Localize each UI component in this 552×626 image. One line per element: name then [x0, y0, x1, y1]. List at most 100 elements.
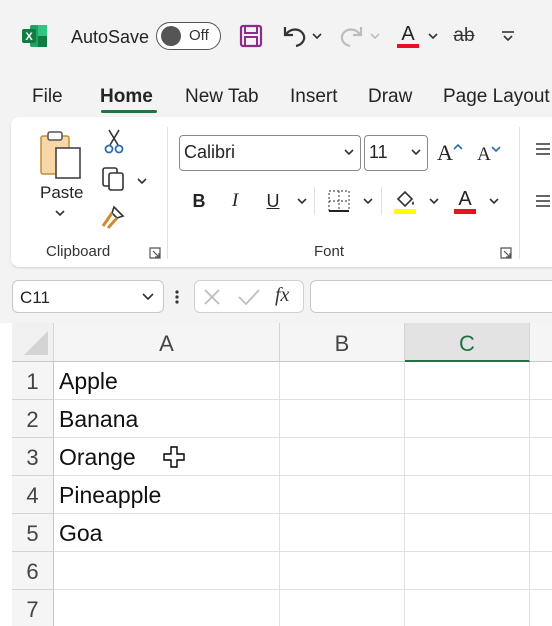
paste-label: Paste [40, 183, 84, 202]
font-color-button[interactable]: A [451, 185, 479, 217]
clipboard-dialog-launcher-icon[interactable] [149, 247, 161, 259]
cell-d4[interactable] [530, 476, 552, 514]
cell-b3[interactable] [280, 438, 405, 476]
autosave-toggle[interactable]: Off [156, 22, 221, 50]
column-header-a[interactable]: A [54, 323, 280, 362]
save-button[interactable] [237, 20, 265, 52]
chevron-down-icon [55, 210, 65, 217]
underline-button[interactable]: U [261, 187, 285, 215]
row-header[interactable]: 6 [12, 552, 54, 590]
undo-button[interactable] [278, 20, 310, 52]
cancel-icon[interactable] [203, 288, 221, 306]
cell-b6[interactable] [280, 552, 405, 590]
title-bar: X AutoSave Off A ab [0, 0, 552, 72]
font-name-combo[interactable]: Calibri [179, 135, 361, 171]
insert-function-button[interactable]: fx [275, 284, 289, 307]
column-header-b[interactable]: B [280, 323, 405, 362]
cut-button[interactable] [101, 127, 127, 155]
cell-a4[interactable]: Pineapple [54, 476, 280, 514]
chevron-down-icon [428, 33, 438, 40]
row-header[interactable]: 7 [12, 590, 54, 626]
redo-icon [340, 27, 363, 48]
copy-button[interactable] [99, 165, 127, 193]
font-color-bar [454, 208, 476, 214]
name-box[interactable]: C11 [12, 280, 164, 313]
paste-button[interactable] [35, 127, 87, 183]
tab-home[interactable]: Home [100, 86, 153, 108]
row-header[interactable]: 2 [12, 400, 54, 438]
paste-dropdown[interactable] [53, 207, 67, 219]
cell-d5[interactable] [530, 514, 552, 552]
borders-button[interactable] [325, 187, 353, 215]
tab-new-tab[interactable]: New Tab [185, 86, 259, 108]
column-header-d[interactable] [530, 323, 552, 362]
cell-c3[interactable] [405, 438, 530, 476]
customize-qat-button[interactable] [498, 20, 518, 52]
cell-a6[interactable] [54, 552, 280, 590]
cell-c6[interactable] [405, 552, 530, 590]
redo-dropdown[interactable] [368, 20, 382, 52]
cell-a1[interactable]: Apple [54, 362, 280, 400]
cell-b7[interactable] [280, 590, 405, 626]
undo-dropdown[interactable] [310, 20, 324, 52]
align-lines-icon [536, 195, 550, 207]
cell-b2[interactable] [280, 400, 405, 438]
cell-a5[interactable]: Goa [54, 514, 280, 552]
cell-c4[interactable] [405, 476, 530, 514]
bold-button[interactable]: B [187, 187, 211, 215]
select-all-corner[interactable] [12, 323, 54, 362]
row-header[interactable]: 5 [12, 514, 54, 552]
cell-b4[interactable] [280, 476, 405, 514]
formula-buttons: fx [194, 280, 304, 313]
chevron-down-icon [137, 178, 147, 185]
cell-b1[interactable] [280, 362, 405, 400]
cell-c1[interactable] [405, 362, 530, 400]
cell-d1[interactable] [530, 362, 552, 400]
cell-a2[interactable]: Banana [54, 400, 280, 438]
align-middle-button[interactable] [533, 189, 551, 213]
cell-d2[interactable] [530, 400, 552, 438]
borders-dropdown[interactable] [361, 195, 375, 207]
cell-d7[interactable] [530, 590, 552, 626]
more-options-icon[interactable] [174, 288, 180, 306]
copy-dropdown[interactable] [135, 175, 149, 187]
tab-draw[interactable]: Draw [368, 86, 412, 108]
enter-check-icon[interactable] [237, 288, 261, 306]
cell-d6[interactable] [530, 552, 552, 590]
row-header[interactable]: 4 [12, 476, 54, 514]
strikethrough-button[interactable]: ab [450, 20, 478, 52]
row-header[interactable]: 1 [12, 362, 54, 400]
font-color-qat-dropdown[interactable] [426, 20, 440, 52]
font-dialog-launcher-icon[interactable] [500, 247, 512, 259]
font-color-dropdown[interactable] [487, 195, 501, 207]
tab-page-layout[interactable]: Page Layout [443, 86, 550, 108]
caret-up-icon [453, 143, 463, 150]
row-header[interactable]: 3 [12, 438, 54, 476]
align-top-button[interactable] [533, 137, 551, 161]
chevron-down-icon [142, 293, 154, 300]
clipboard-group-label: Clipboard [46, 243, 111, 260]
increase-font-size-button[interactable]: A [435, 137, 465, 169]
font-group-label: Font [314, 243, 345, 260]
font-size-combo[interactable]: 11 [364, 135, 428, 171]
underline-icon: U [266, 190, 280, 211]
underline-dropdown[interactable] [295, 195, 309, 207]
cell-a7[interactable] [54, 590, 280, 626]
formula-input[interactable] [310, 280, 552, 313]
cell-b5[interactable] [280, 514, 405, 552]
tab-file[interactable]: File [32, 86, 63, 108]
italic-button[interactable]: I [223, 187, 247, 215]
tab-insert[interactable]: Insert [290, 86, 338, 108]
fill-color-dropdown[interactable] [427, 195, 441, 207]
font-color-qat-button[interactable]: A [394, 20, 422, 52]
cell-c5[interactable] [405, 514, 530, 552]
decrease-font-size-button[interactable]: A [475, 139, 503, 171]
spreadsheet-grid[interactable]: A B C 1 Apple 2 Banana 3 Orange 4 Pineap… [0, 323, 552, 626]
format-painter-button[interactable] [99, 203, 127, 231]
cell-d3[interactable] [530, 438, 552, 476]
cell-c2[interactable] [405, 400, 530, 438]
cell-c7[interactable] [405, 590, 530, 626]
column-header-c[interactable]: C [405, 323, 530, 362]
fill-color-button[interactable] [391, 185, 419, 217]
redo-button[interactable] [336, 20, 368, 52]
